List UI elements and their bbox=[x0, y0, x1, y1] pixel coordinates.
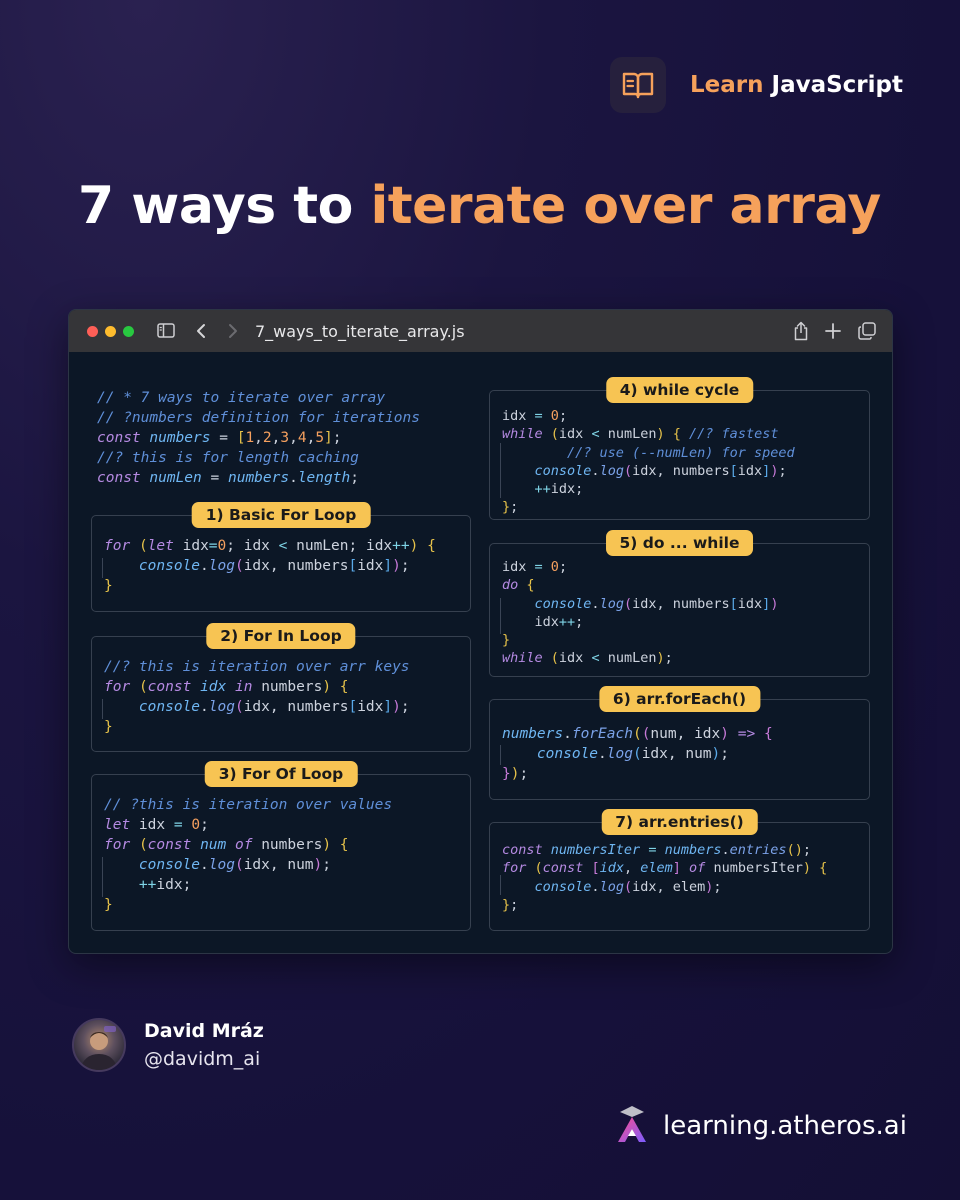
back-arrow-icon[interactable] bbox=[196, 323, 206, 343]
section-badge: 3) For Of Loop bbox=[204, 761, 358, 787]
site-link[interactable]: learning.atheros.ai bbox=[615, 1104, 907, 1148]
block-code: numbers.forEach((num, idx) => { console.… bbox=[502, 726, 773, 782]
author: David Mráz @davidm_ai bbox=[72, 1018, 264, 1072]
code-line: //? use (--numLen) for speed bbox=[534, 444, 795, 461]
block-code: for (let idx=0; idx < numLen; idx++) { c… bbox=[104, 538, 436, 594]
indent-guide bbox=[102, 857, 103, 897]
open-book-icon bbox=[610, 57, 666, 113]
atheros-logo bbox=[615, 1104, 649, 1148]
code-block-for-in: 2) For In Loop //? this is iteration ove… bbox=[91, 623, 471, 752]
block-code: const numbersIter = numbers.entries(); f… bbox=[502, 842, 828, 913]
code-line: // ?numbers definition for iterations bbox=[97, 410, 421, 426]
brand: Learn JavaScript bbox=[610, 57, 903, 113]
indent-guide bbox=[500, 745, 501, 765]
title-accent: iterate over array bbox=[370, 176, 881, 236]
new-tab-plus-icon[interactable] bbox=[825, 323, 841, 343]
minimize-dot[interactable] bbox=[105, 326, 116, 337]
section-badge: 1) Basic For Loop bbox=[191, 502, 371, 528]
block-code: idx = 0; while (idx < numLen) { //? fast… bbox=[502, 408, 795, 516]
brand-accent-word: Learn bbox=[690, 72, 764, 98]
code-line: // * 7 ways to iterate over array bbox=[97, 390, 386, 406]
block-code: // ?this is iteration over values let id… bbox=[104, 797, 393, 913]
avatar bbox=[72, 1018, 126, 1072]
block-code: idx = 0; do { console.log(idx, numbers[i… bbox=[502, 559, 779, 667]
brand-title: Learn JavaScript bbox=[690, 72, 903, 98]
code-block-entries: 7) arr.entries() const numbersIter = num… bbox=[489, 809, 870, 931]
share-icon[interactable] bbox=[793, 321, 809, 345]
block-code: //? this is iteration over arr keys for … bbox=[104, 659, 410, 735]
code-block-foreach: 6) arr.forEach() numbers.forEach((num, i… bbox=[489, 686, 870, 800]
indent-guide bbox=[102, 558, 103, 578]
code-line: // ?this is iteration over values bbox=[104, 797, 393, 813]
sidebar-icon[interactable] bbox=[157, 323, 175, 342]
zoom-dot[interactable] bbox=[123, 326, 134, 337]
code-block-while: 4) while cycle idx = 0; while (idx < num… bbox=[489, 377, 870, 520]
code-block-for-of: 3) For Of Loop // ?this is iteration ove… bbox=[91, 761, 471, 931]
section-badge: 6) arr.forEach() bbox=[598, 686, 761, 712]
indent-guide bbox=[500, 598, 501, 634]
section-badge: 5) do ... while bbox=[605, 530, 754, 556]
site-url[interactable]: learning.atheros.ai bbox=[663, 1111, 907, 1141]
indent-guide bbox=[500, 443, 501, 498]
brand-rest: JavaScript bbox=[771, 72, 903, 98]
header-code: // * 7 ways to iterate over array // ?nu… bbox=[97, 390, 421, 486]
section-badge: 2) For In Loop bbox=[206, 623, 356, 649]
author-name: David Mráz bbox=[144, 1020, 264, 1042]
code-block-do-while: 5) do ... while idx = 0; do { console.lo… bbox=[489, 530, 870, 677]
tabs-overview-icon[interactable] bbox=[858, 322, 876, 344]
window-titlebar: 7_ways_to_iterate_array.js bbox=[69, 310, 892, 352]
forward-arrow-icon[interactable] bbox=[228, 323, 238, 343]
code-line: //? this is for length caching bbox=[97, 450, 359, 466]
section-badge: 7) arr.entries() bbox=[601, 809, 758, 835]
code-block-basic-for: 1) Basic For Loop for (let idx=0; idx < … bbox=[91, 502, 471, 612]
title-plain: 7 ways to bbox=[78, 176, 353, 236]
indent-guide bbox=[102, 699, 103, 719]
code-line: //? this is iteration over arr keys bbox=[104, 659, 410, 675]
indent-guide bbox=[500, 875, 501, 895]
window-filename: 7_ways_to_iterate_array.js bbox=[255, 322, 465, 341]
close-dot[interactable] bbox=[87, 326, 98, 337]
code-window: 7_ways_to_iterate_array.js // * 7 ways t… bbox=[68, 309, 893, 954]
author-handle[interactable]: @davidm_ai bbox=[144, 1048, 264, 1070]
section-badge: 4) while cycle bbox=[605, 377, 754, 403]
page-title: 7 ways to iterate over array bbox=[78, 176, 881, 236]
